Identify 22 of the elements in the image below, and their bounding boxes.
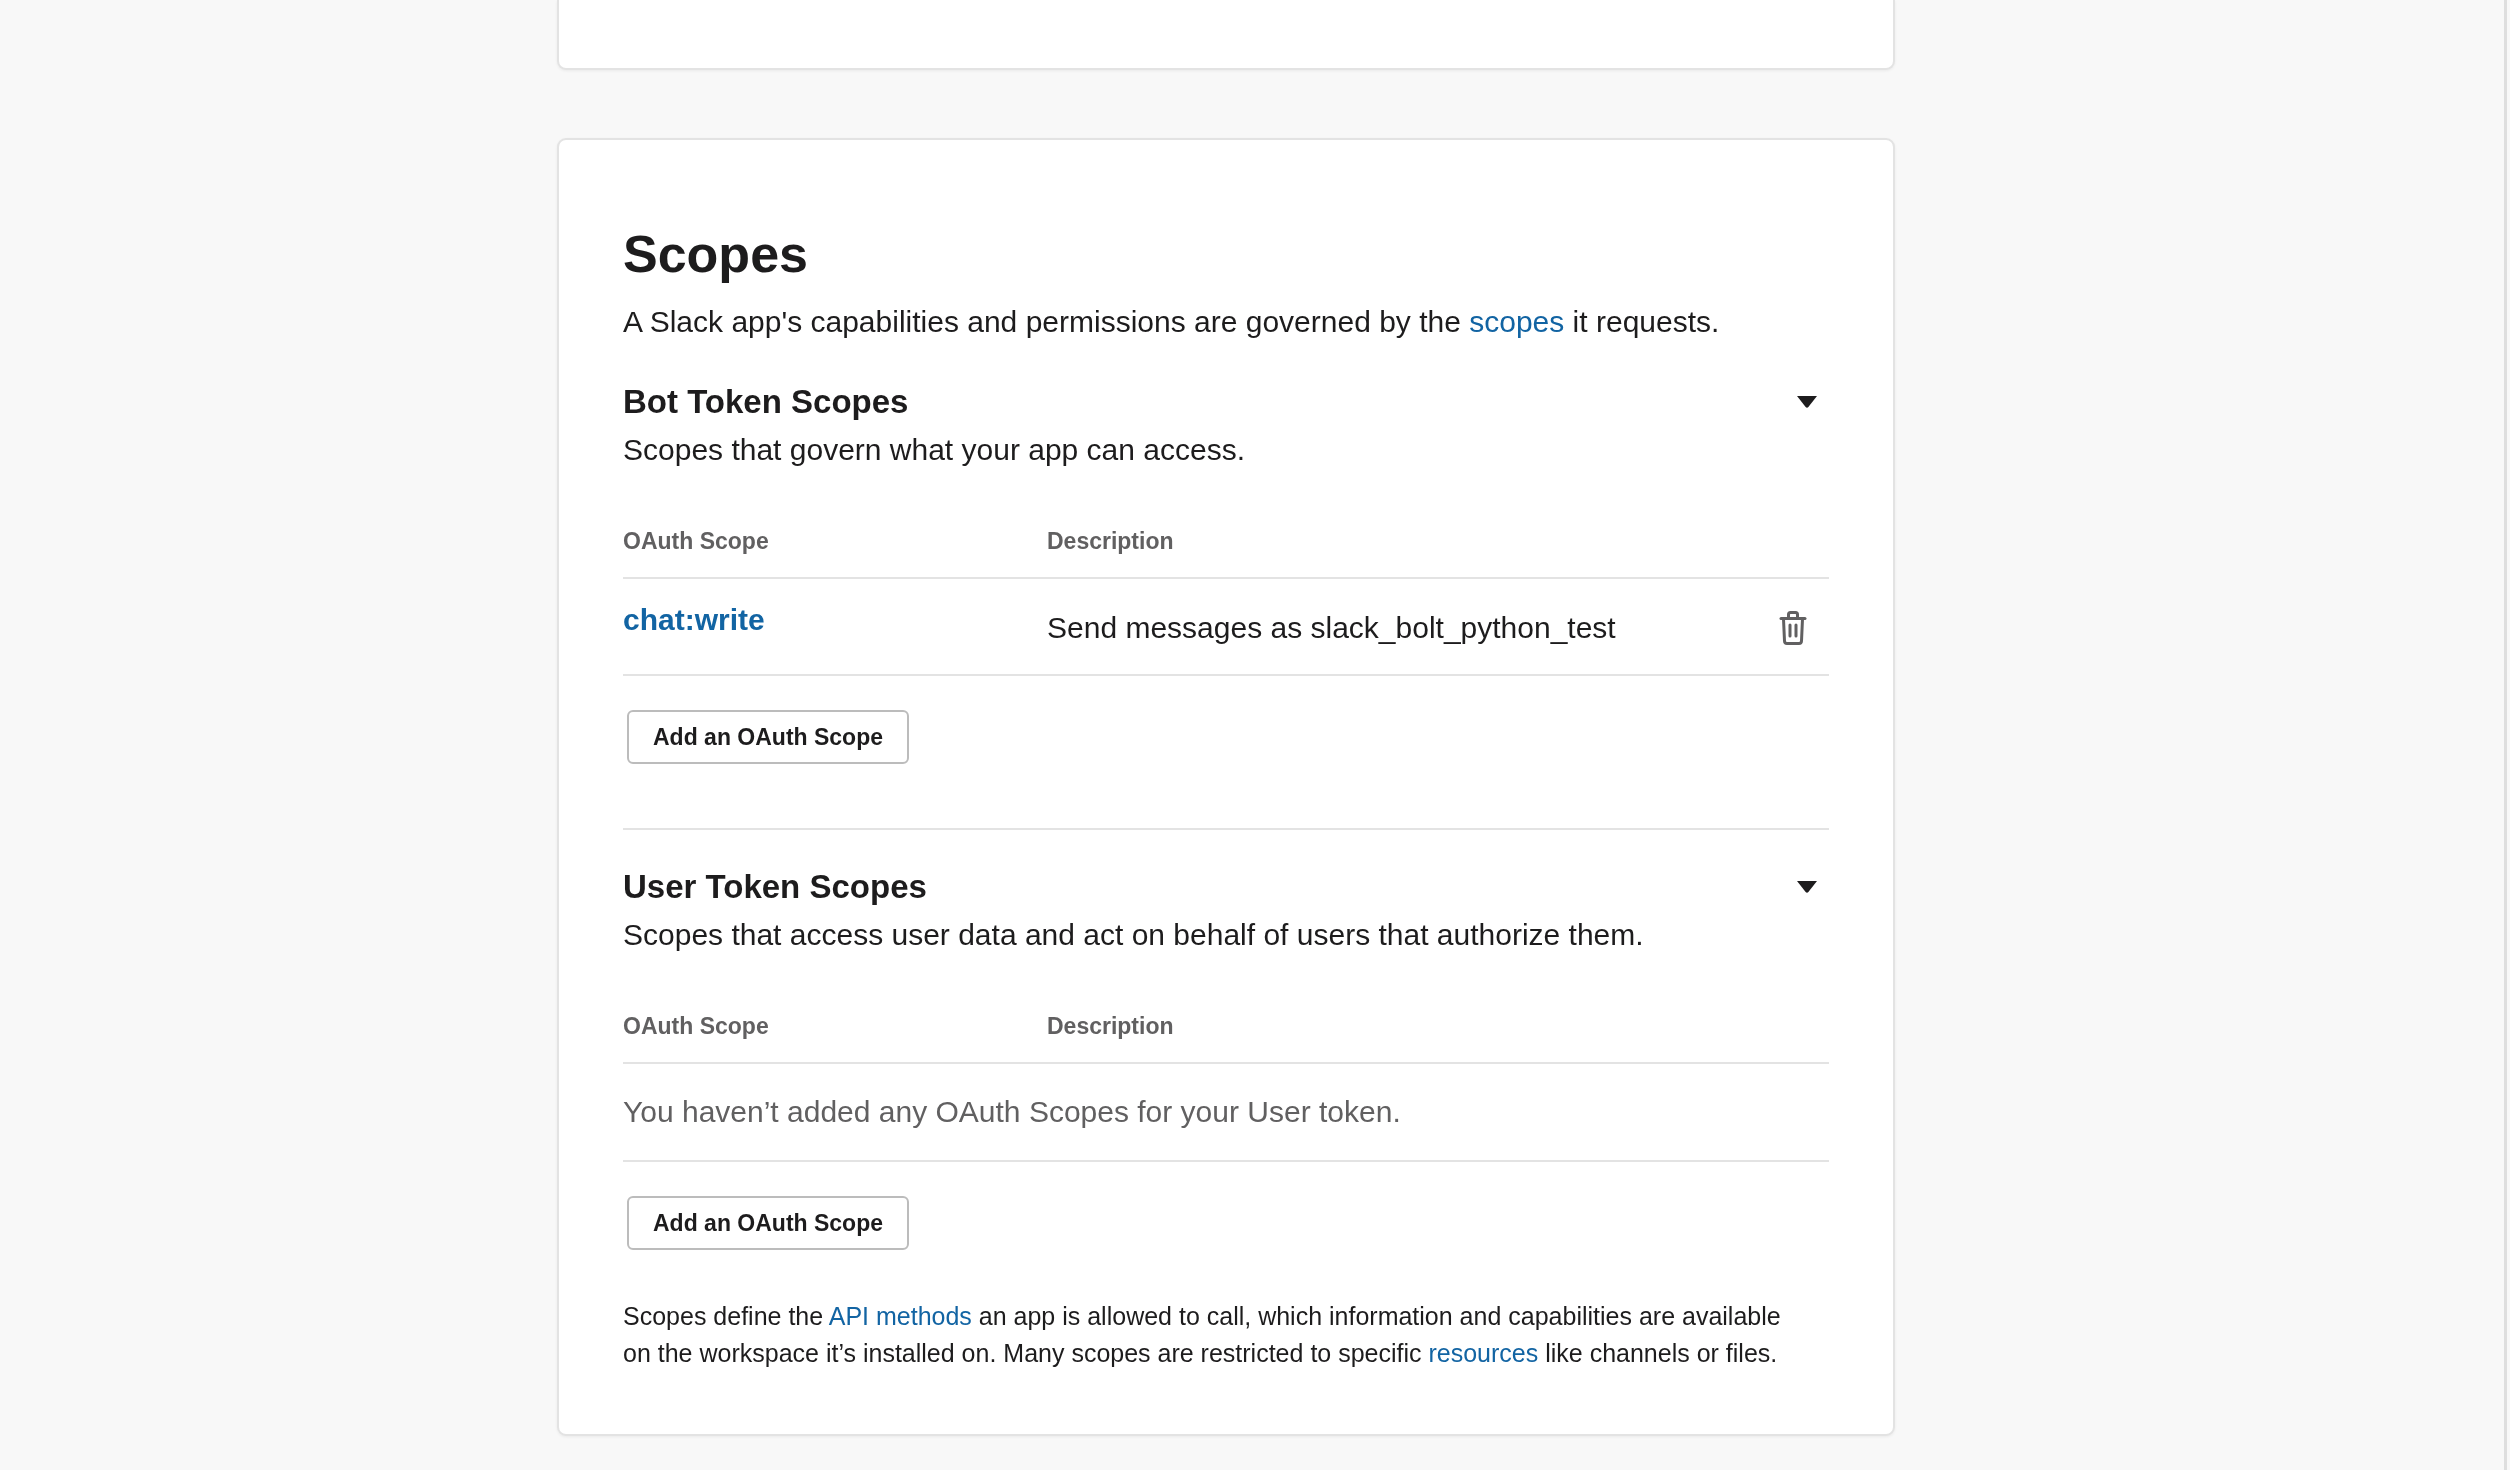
intro-text: A Slack app's capabilities and permissions are governed by the scopes it requests. xyxy=(623,304,1721,340)
add-scope-button[interactable]: Add an OAuth Scope xyxy=(627,1196,909,1250)
column-header: Description xyxy=(1047,1012,1175,1041)
footer-text: Scopes define the API methods an app is allowed to call, which information and capabilities are available on the workspace it’s installed on. Many scopes are restricted to specific resources like channels or files. xyxy=(623,1301,1782,1369)
section-description: Scopes that govern what your app can access. xyxy=(623,432,1247,468)
section-title: User Token Scopes xyxy=(623,867,927,907)
scope-description: Send messages as slack_bolt_python_test xyxy=(1047,610,1616,646)
trash-icon[interactable] xyxy=(1779,611,1807,645)
scope-link[interactable]: chat:write xyxy=(623,600,765,640)
add-scope-button[interactable]: Add an OAuth Scope xyxy=(627,710,909,764)
caret-icon[interactable] xyxy=(1797,396,1817,408)
page-title: Scopes xyxy=(623,224,809,285)
column-header: Description xyxy=(1047,527,1175,556)
inline-link[interactable]: API methods xyxy=(828,1302,972,1330)
inline-link[interactable]: resources xyxy=(1428,1339,1539,1367)
empty-message: You haven’t added any OAuth Scopes for your User token. xyxy=(623,1095,1401,1128)
inline-link[interactable]: scopes xyxy=(1469,305,1565,338)
section-description: Scopes that access user data and act on behalf of users that authorize them. xyxy=(623,917,1645,953)
section-title: Bot Token Scopes xyxy=(623,382,909,422)
column-header: OAuth Scope xyxy=(623,1012,770,1041)
caret-icon[interactable] xyxy=(1797,881,1817,893)
column-header: OAuth Scope xyxy=(623,527,770,556)
